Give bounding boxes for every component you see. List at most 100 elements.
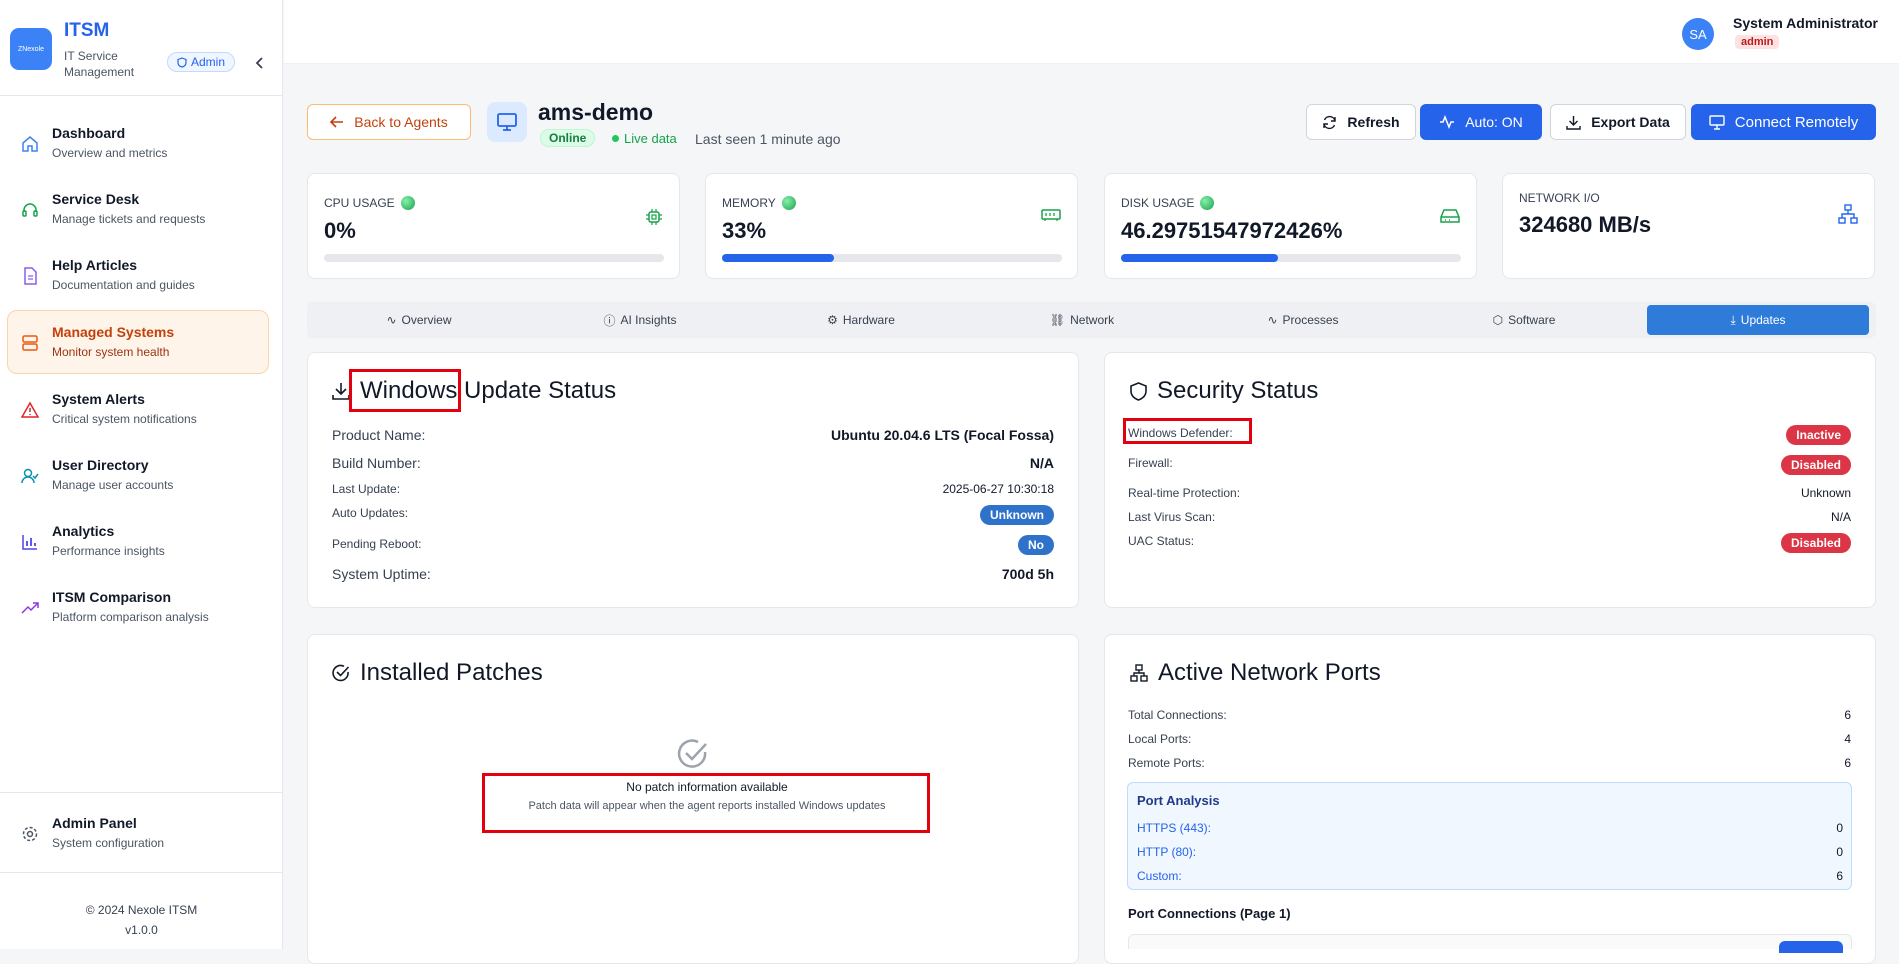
- metric-card-network: NETWORK I/O 324680 MB/s: [1502, 173, 1875, 279]
- uptime-value: 700d 5h: [1001, 566, 1054, 582]
- nav-item-help-articles[interactable]: Help Articles Documentation and guides: [7, 243, 269, 307]
- connect-remotely-button[interactable]: Connect Remotely: [1691, 104, 1876, 140]
- document-icon: [20, 266, 40, 286]
- nav-item-user-directory[interactable]: User Directory Manage user accounts: [7, 443, 269, 507]
- port-connection-row: [1128, 934, 1852, 953]
- status-badge: Online: [540, 129, 596, 147]
- gear-icon: [20, 824, 40, 844]
- collapse-sidebar-button[interactable]: [255, 56, 265, 72]
- tab-processes[interactable]: ∿ Processes: [1194, 305, 1412, 335]
- https-value: 0: [1836, 821, 1843, 835]
- tab-label: Processes: [1282, 313, 1339, 327]
- disk-label: DISK USAGE: [1121, 196, 1195, 210]
- nav-item-managed-systems[interactable]: Managed Systems Monitor system health: [7, 310, 269, 374]
- divider: [0, 792, 283, 793]
- admin-badge: Admin: [167, 52, 236, 72]
- auto-refresh-toggle[interactable]: Auto: ON: [1420, 104, 1542, 140]
- row-label: Product Name:: [332, 427, 426, 443]
- status-dot: [781, 196, 796, 210]
- row-label: Last Update:: [332, 482, 401, 496]
- metric-card-disk: DISK USAGE 46.29751547972426%: [1104, 173, 1477, 279]
- cpu-label: CPU USAGE: [324, 196, 395, 210]
- nav-title: Dashboard: [52, 125, 126, 141]
- nav-subtitle: Documentation and guides: [52, 278, 195, 292]
- row-label: HTTP (80):: [1137, 845, 1197, 859]
- disk-value: 46.29751547972426%: [1121, 218, 1343, 243]
- headset-icon: [20, 200, 40, 220]
- brand-title: ITSM: [64, 20, 110, 41]
- copyright: © 2024 Nexole ITSM: [85, 903, 198, 917]
- security-title-label: Security Status: [1157, 377, 1319, 404]
- nav-title: Admin Panel: [52, 815, 137, 831]
- row-label: Total Connections:: [1128, 708, 1227, 722]
- back-label: Back to Agents: [354, 114, 448, 130]
- export-data-button[interactable]: Export Data: [1550, 104, 1686, 140]
- metric-label: MEMORY: [722, 196, 796, 210]
- http-value: 0: [1836, 845, 1843, 859]
- brand: ZNexole ITSM IT Service Management Admin: [10, 18, 272, 84]
- memory-progress-track: [722, 254, 1062, 262]
- remote-ports-value: 6: [1844, 756, 1851, 770]
- nav-title: Managed Systems: [52, 324, 175, 340]
- uac-badge: Disabled: [1780, 533, 1851, 553]
- home-icon: [20, 134, 40, 154]
- network-value: 324680 MB/s: [1519, 212, 1652, 237]
- installed-patches-title: Installed Patches: [332, 659, 543, 687]
- row-label: Remote Ports:: [1128, 756, 1205, 770]
- tab-network[interactable]: ⛓ Network: [973, 305, 1191, 335]
- live-indicator: Live data: [612, 131, 677, 146]
- admin-badge-label: Admin: [191, 55, 226, 69]
- info-icon: ⓘ: [603, 313, 616, 328]
- back-to-agents-button[interactable]: Back to Agents: [307, 104, 471, 140]
- divider: [0, 872, 283, 873]
- brand-subtitle: IT Service Management: [64, 49, 135, 79]
- app-logo: ZNexole: [10, 28, 52, 70]
- network-icon: [1838, 204, 1858, 229]
- topbar: [284, 0, 1899, 64]
- nav-item-itsm-comparison[interactable]: ITSM Comparison Platform comparison anal…: [7, 575, 269, 639]
- port-analysis-title: Port Analysis: [1137, 793, 1220, 808]
- view-button[interactable]: [1779, 941, 1843, 953]
- tab-label: Hardware: [842, 313, 895, 327]
- warning-icon: [20, 400, 40, 420]
- nav-item-analytics[interactable]: Analytics Performance insights: [7, 509, 269, 573]
- chevron-left-icon: [255, 57, 263, 69]
- package-icon: ⬡: [1492, 313, 1504, 327]
- row-label: UAC Status:: [1128, 534, 1195, 548]
- security-status-title: Security Status: [1130, 377, 1318, 405]
- shield-icon: [1130, 381, 1147, 401]
- bar-chart-icon: [20, 532, 40, 552]
- memory-label: MEMORY: [722, 196, 776, 210]
- status-dot: [1200, 196, 1215, 210]
- nav-item-admin-panel[interactable]: Admin Panel System configuration: [7, 801, 269, 865]
- network-icon: [1130, 664, 1148, 682]
- port-connections-title: Port Connections (Page 1): [1128, 906, 1291, 921]
- connect-label: Connect Remotely: [1734, 113, 1859, 131]
- tab-hardware[interactable]: ⚙ Hardware: [752, 305, 970, 335]
- version: v1.0.0: [125, 923, 158, 937]
- trend-icon: [20, 598, 40, 618]
- refresh-button[interactable]: Refresh: [1306, 104, 1416, 140]
- nav-item-service-desk[interactable]: Service Desk Manage tickets and requests: [7, 177, 269, 241]
- nav-title: ITSM Comparison: [52, 589, 172, 605]
- tab-updates[interactable]: ⤓ Updates: [1647, 305, 1869, 335]
- refresh-label: Refresh: [1347, 114, 1400, 130]
- user-name: System Administrator: [1733, 15, 1878, 31]
- metric-card-cpu: CPU USAGE 0%: [307, 173, 680, 279]
- tab-overview[interactable]: ∿ Overview: [310, 305, 528, 335]
- avatar[interactable]: SA: [1682, 18, 1714, 50]
- nav-item-dashboard[interactable]: Dashboard Overview and metrics: [7, 111, 269, 175]
- activity-icon: [1440, 115, 1455, 129]
- firewall-badge: Disabled: [1780, 455, 1851, 475]
- row-label: Last Virus Scan:: [1128, 510, 1216, 524]
- auto-label: Auto: ON: [1465, 114, 1523, 130]
- tab-software[interactable]: ⬡ Software: [1415, 305, 1633, 335]
- custom-value: 6: [1836, 869, 1843, 883]
- export-label: Export Data: [1591, 114, 1670, 130]
- download-icon: ⤓: [1730, 312, 1736, 327]
- tab-ai-insights[interactable]: ⓘ AI Insights: [531, 305, 749, 335]
- nav-item-system-alerts[interactable]: System Alerts Critical system notificati…: [7, 377, 269, 441]
- realtime-protection-value: Unknown: [1800, 486, 1851, 500]
- live-label: Live data: [624, 131, 677, 146]
- last-update-value: 2025-06-27 10:30:18: [942, 482, 1054, 496]
